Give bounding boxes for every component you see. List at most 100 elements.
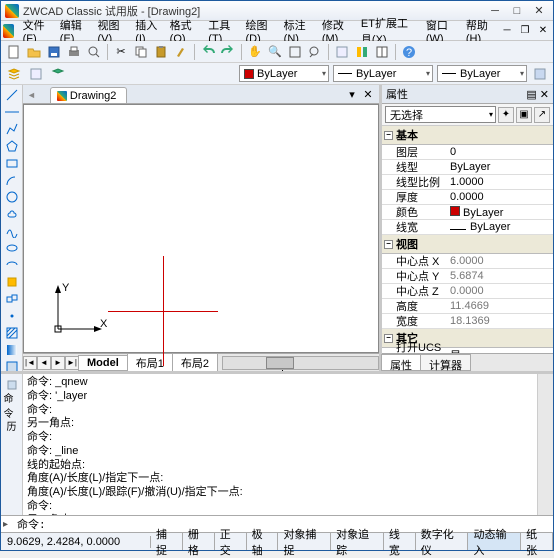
prop-linetype[interactable]: 线型ByLayer	[382, 160, 553, 175]
revcloud-tool[interactable]	[3, 206, 21, 222]
help-button[interactable]: ?	[400, 43, 418, 61]
prop-height[interactable]: 高度11.4669	[382, 299, 553, 314]
open-button[interactable]	[25, 43, 43, 61]
print-button[interactable]	[65, 43, 83, 61]
xline-tool[interactable]	[3, 104, 21, 120]
bottom-tab-calc[interactable]: 计算器	[420, 354, 471, 371]
doc-tab-drawing2[interactable]: Drawing2	[50, 87, 127, 103]
prop-centerx[interactable]: 中心点 X6.0000	[382, 254, 553, 269]
props-button[interactable]	[333, 43, 351, 61]
command-history[interactable]: 命令: _qnew命令: '_layer命令:另一角点:命令:命令: _line…	[23, 374, 537, 515]
prop-width[interactable]: 宽度18.1369	[382, 314, 553, 329]
lineweight-select[interactable]: ByLayer	[437, 65, 527, 82]
prop-thickness[interactable]: 厚度0.0000	[382, 190, 553, 205]
copy-button[interactable]	[132, 43, 150, 61]
status-otrack[interactable]: 对象追踪	[331, 533, 384, 550]
status-snap[interactable]: 捕捉	[151, 533, 183, 550]
region-tool[interactable]	[3, 359, 21, 371]
color-select[interactable]: ByLayer	[239, 65, 329, 82]
match-button[interactable]	[172, 43, 190, 61]
tab-first-button[interactable]: |◄	[23, 356, 37, 370]
zoom-win-button[interactable]	[286, 43, 304, 61]
prop-color[interactable]: 颜色ByLayer	[382, 205, 553, 220]
tab-close-button[interactable]: ✕	[361, 87, 375, 101]
status-dinput[interactable]: 动态输入	[468, 533, 521, 550]
layer-toolbar: ByLayer ByLayer ByLayer	[1, 63, 553, 85]
status-lwt[interactable]: 线宽	[384, 533, 416, 550]
prop-ltscale[interactable]: 线型比例1.0000	[382, 175, 553, 190]
layer-states-button[interactable]	[27, 65, 45, 83]
pickadd-button[interactable]: ▣	[516, 107, 532, 123]
status-paper[interactable]: 纸张	[521, 533, 553, 550]
arc-tool[interactable]	[3, 172, 21, 188]
new-button[interactable]	[5, 43, 23, 61]
doc-restore-button[interactable]: ❐	[517, 24, 533, 38]
cmd-tool2[interactable]: 命令	[3, 396, 21, 414]
save-button[interactable]	[45, 43, 63, 61]
paste-button[interactable]	[152, 43, 170, 61]
layer-manager-button[interactable]	[5, 65, 23, 83]
status-polar[interactable]: 极轴	[247, 533, 279, 550]
tab-layout1[interactable]: 布局1	[127, 353, 173, 372]
tab-next-button[interactable]: ►	[51, 356, 65, 370]
tab-layout2[interactable]: 布局2	[172, 353, 218, 372]
color-button[interactable]	[531, 65, 549, 83]
selectobj-button[interactable]: ↗	[534, 107, 550, 123]
doc-close-button[interactable]: ✕	[535, 24, 551, 38]
tab-prev-button[interactable]: ◄	[37, 356, 51, 370]
linetype-select[interactable]: ByLayer	[333, 65, 433, 82]
dcenter-button[interactable]	[373, 43, 391, 61]
prop-layer[interactable]: 图层0	[382, 145, 553, 160]
point-tool[interactable]	[3, 308, 21, 324]
hatch-tool[interactable]	[3, 325, 21, 341]
ellipse-tool[interactable]	[3, 240, 21, 256]
cut-button[interactable]: ✂	[112, 43, 130, 61]
pline-tool[interactable]	[3, 121, 21, 137]
status-grid[interactable]: 栅格	[183, 533, 215, 550]
panel-menu-button[interactable]: ▤	[526, 88, 536, 101]
app-menu-icon[interactable]	[3, 24, 14, 38]
block-tool[interactable]	[3, 291, 21, 307]
preview-button[interactable]	[85, 43, 103, 61]
polygon-tool[interactable]	[3, 138, 21, 154]
command-scrollbar[interactable]	[537, 374, 553, 515]
prop-centery[interactable]: 中心点 Y5.6874	[382, 269, 553, 284]
tab-dropdown-button[interactable]: ▾	[345, 87, 359, 101]
cmd-tool3[interactable]: 历	[3, 416, 21, 434]
group-basic[interactable]: −基本	[382, 126, 553, 145]
selection-dropdown[interactable]: 无选择	[385, 106, 496, 123]
hscroll[interactable]	[222, 356, 379, 370]
prop-centerz[interactable]: 中心点 Z0.0000	[382, 284, 553, 299]
tab-model[interactable]: Model	[78, 355, 128, 371]
status-osnap[interactable]: 对象捕捉	[278, 533, 331, 550]
layout-tabs: |◄ ◄ ► ►| Model 布局1 布局2	[23, 353, 379, 371]
hscroll-thumb[interactable]	[266, 357, 294, 369]
zoom-prev-button[interactable]	[306, 43, 324, 61]
close-button[interactable]: ✕	[529, 4, 549, 18]
line-tool[interactable]	[3, 87, 21, 103]
toolpal-button[interactable]	[353, 43, 371, 61]
pan-button[interactable]: ✋	[246, 43, 264, 61]
coord-display[interactable]: 9.0629, 2.4284, 0.0000	[1, 536, 151, 548]
spline-tool[interactable]	[3, 223, 21, 239]
rect-tool[interactable]	[3, 155, 21, 171]
layer-prev-button[interactable]	[49, 65, 67, 83]
ellipsearc-tool[interactable]	[3, 257, 21, 273]
circle-tool[interactable]	[3, 189, 21, 205]
group-view[interactable]: −视图	[382, 235, 553, 254]
status-ortho[interactable]: 正交	[215, 533, 247, 550]
bottom-tab-props[interactable]: 属性	[381, 354, 421, 371]
zoom-rt-button[interactable]: 🔍	[266, 43, 284, 61]
quickselect-button[interactable]: ✦	[498, 107, 514, 123]
prop-lineweight[interactable]: 线宽ByLayer	[382, 220, 553, 235]
gradient-tool[interactable]	[3, 342, 21, 358]
redo-button[interactable]	[219, 43, 237, 61]
tab-last-button[interactable]: ►|	[65, 356, 79, 370]
undo-button[interactable]	[199, 43, 217, 61]
doc-minimize-button[interactable]: ─	[499, 24, 515, 38]
maximize-button[interactable]: □	[507, 4, 527, 18]
status-dyn[interactable]: 数字化仪	[416, 533, 469, 550]
insert-tool[interactable]	[3, 274, 21, 290]
drawing-canvas[interactable]: Y X	[23, 104, 379, 353]
panel-close-button[interactable]: ✕	[540, 88, 549, 101]
